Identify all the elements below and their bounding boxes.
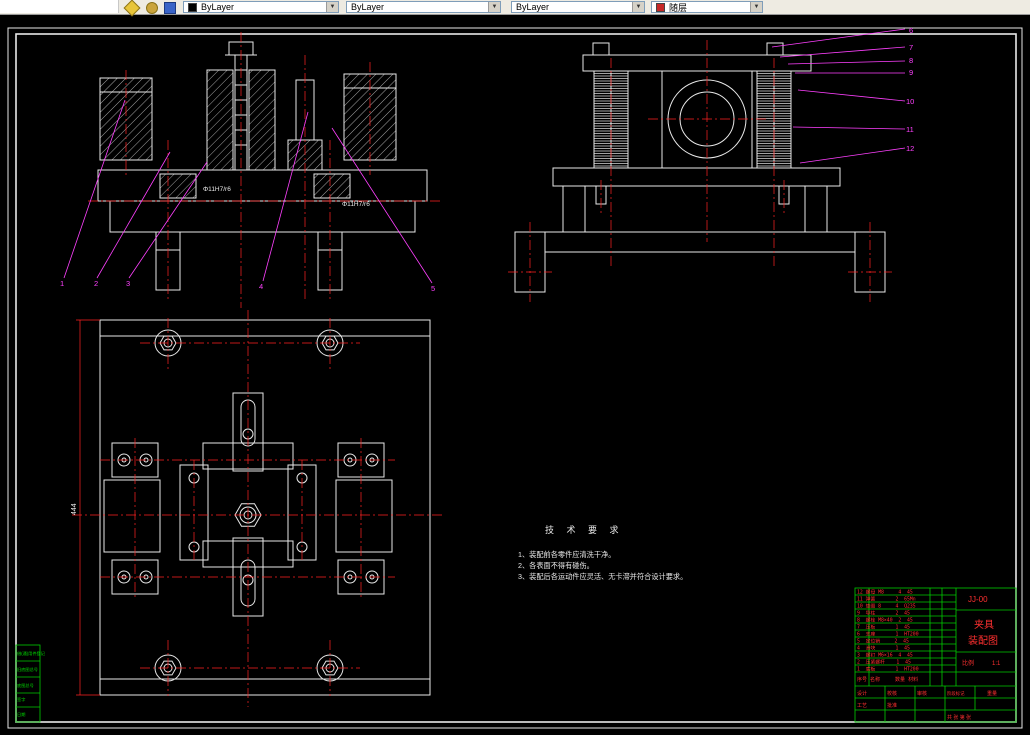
balloon-10: 10 — [906, 97, 914, 106]
parts-row: 3 螺钉 M6×16 4 45 — [857, 652, 913, 659]
frame-table-label: 底图总号 — [17, 682, 34, 689]
balloon-12: 12 — [906, 144, 914, 153]
side-view — [514, 42, 886, 293]
tech-req-item: 2、各表面不得有碰伤。 — [518, 561, 594, 570]
top-toolbar: ByLayer ▼ ByLayer ▼ ByLayer ▼ 随层 ▼ — [0, 0, 1030, 17]
layer-combo-value: ByLayer — [201, 2, 235, 12]
3d-cube-icon[interactable] — [164, 2, 176, 14]
balloon-5: 5 — [431, 284, 435, 293]
tech-requirements: 技 术 要 求 1、装配前各零件应清洗干净。 2、各表面不得有碰伤。 3、装配后… — [518, 524, 687, 581]
parts-row: 1 底板 1 HT200 — [857, 666, 919, 673]
linetype-combo[interactable]: ByLayer ▼ — [511, 1, 645, 13]
process-label: 工艺 — [857, 703, 867, 709]
side-view-centerlines — [508, 40, 892, 302]
balloon-7: 7 — [909, 43, 913, 52]
plan-height-dim: 444 — [71, 503, 78, 515]
color-palette-icon[interactable] — [146, 2, 158, 14]
color-combo-value: ByLayer — [351, 2, 385, 12]
layers-icon[interactable] — [123, 0, 141, 17]
design-label: 设计 — [857, 690, 867, 697]
balloon-2: 2 — [94, 279, 98, 288]
balloon-9: 9 — [909, 68, 913, 77]
balloon-3: 3 — [126, 279, 130, 288]
linewidth-swatch — [656, 2, 665, 12]
approve-label: 批准 — [887, 702, 897, 709]
fit-dim-left: Φ11H7/r6 — [203, 186, 231, 193]
frame-table-label: 日期 — [17, 712, 25, 718]
frame-table-label: 旧底图总号 — [17, 666, 38, 673]
parts-row: 10 垫圈 8 4 Q235 — [857, 603, 916, 610]
front-view — [97, 41, 428, 291]
sheet-label: 共 张 第 张 — [947, 714, 971, 721]
parts-row: 7 压板 1 45 — [857, 624, 910, 631]
weight-label: 重量 — [987, 690, 997, 697]
title-block: 12 螺母 M8 4 45 11 弹簧 2 65Mn 10 垫圈 8 4 Q23… — [854, 587, 1017, 723]
parts-row: 4 滑块 1 45 — [857, 645, 910, 652]
balloon-11: 11 — [906, 125, 914, 134]
plan-view-dimension: 444 — [71, 319, 100, 696]
layer-swatch — [188, 2, 197, 12]
drawing-canvas[interactable]: Φ11H7/r6 Φ11H7/r6 444 1 2 3 4 5 6 7 8 9 … — [0, 0, 1030, 735]
chevron-down-icon[interactable]: ▼ — [326, 2, 338, 12]
parts-row: 2 压紧螺杆 1 45 — [857, 659, 911, 666]
scale-value: 1:1 — [992, 661, 1001, 667]
parts-row: 9 导柱 2 45 — [857, 610, 910, 617]
balloon-1: 1 — [60, 279, 64, 288]
scale-label: 比例 — [962, 659, 974, 667]
plan-view — [99, 319, 431, 696]
cad-app-window: ByLayer ▼ ByLayer ▼ ByLayer ▼ 随层 ▼ Φ11H7… — [0, 0, 1030, 735]
chevron-down-icon[interactable]: ▼ — [632, 2, 644, 12]
balloon-8: 8 — [909, 56, 913, 65]
stage-label: 阶段标记 — [947, 690, 965, 697]
layer-combo[interactable]: ByLayer ▼ — [183, 1, 339, 13]
drawing-title-1: 夹具 — [974, 618, 994, 631]
fit-dim-right: Φ11H7/r6 — [342, 201, 370, 208]
linetype-combo-value: ByLayer — [516, 2, 550, 12]
chevron-down-icon[interactable]: ▼ — [488, 2, 500, 12]
tech-req-title: 技 术 要 求 — [545, 524, 624, 535]
frame-table-label: 签字 — [17, 696, 25, 702]
parts-row: 12 螺母 M8 4 45 — [857, 589, 913, 596]
drawing-number: JJ-00 — [968, 595, 988, 604]
parts-row: 5 定位销 2 45 — [857, 638, 909, 645]
linewidth-combo-value: 随层 — [669, 2, 688, 13]
review-label: 审核 — [917, 690, 927, 697]
balloon-4: 4 — [259, 282, 263, 291]
parts-header: 序号 名称 数量 材料 — [857, 676, 918, 683]
parts-row: 6 支座 1 HT200 — [857, 631, 919, 638]
parts-row: 11 弹簧 2 65Mn — [857, 596, 916, 603]
check-label: 校核 — [887, 690, 897, 697]
chevron-down-icon[interactable]: ▼ — [750, 2, 762, 12]
tech-req-item: 1、装配前各零件应清洗干净。 — [518, 550, 615, 559]
tech-req-item: 3、装配后各运动件应灵活、无卡滞并符合设计要求。 — [518, 572, 687, 581]
balloon-6: 6 — [909, 26, 913, 35]
toolbar-blank-panel — [0, 0, 119, 13]
drawing-title-2: 装配图 — [968, 634, 998, 647]
parts-row: 8 螺栓 M8×40 2 45 — [857, 617, 913, 624]
color-combo[interactable]: ByLayer ▼ — [346, 1, 501, 13]
linewidth-combo[interactable]: 随层 ▼ — [651, 1, 763, 13]
frame-side-table: 借(通)用件登记 旧底图总号 底图总号 签字 日期 — [15, 644, 46, 723]
frame-table-label: 借(通)用件登记 — [17, 650, 46, 657]
